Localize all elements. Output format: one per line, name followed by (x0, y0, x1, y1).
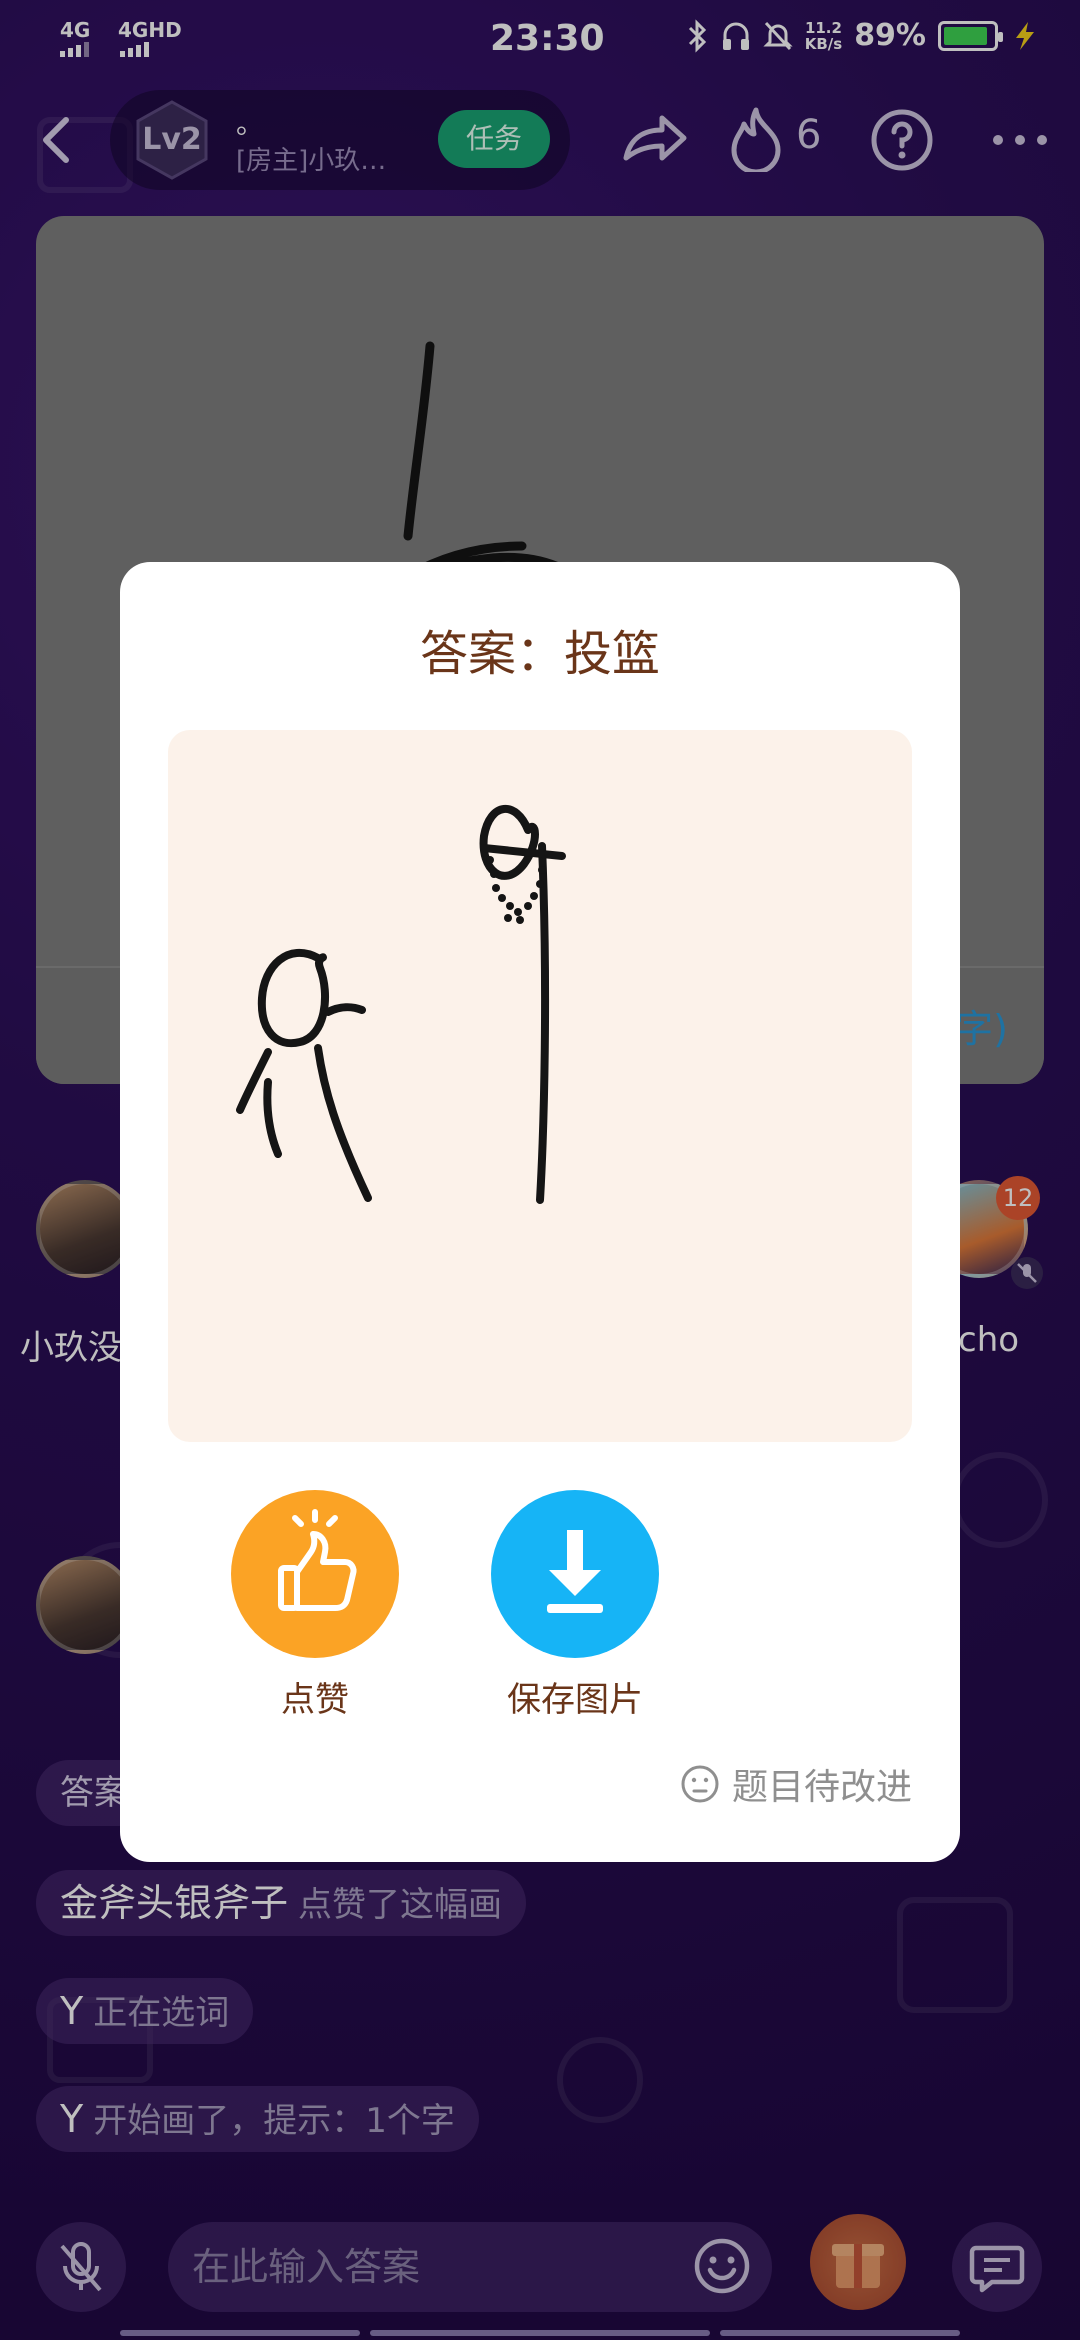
save-action[interactable]: 保存图片 (390, 1490, 760, 1721)
answer-title: 答案：投篮 (419, 626, 660, 682)
thumbs-up-icon (278, 1509, 357, 1611)
save-image-label: 保存图片 (507, 1680, 643, 1720)
save-image-button[interactable] (491, 1490, 659, 1658)
like-button[interactable] (231, 1490, 399, 1658)
answer-modal: 答案：投篮 点赞 保存图片 题目待改进 (120, 562, 960, 1862)
feedback-label: 题目待改进 (731, 1767, 912, 1808)
feedback-link[interactable]: 题目待改进 (680, 1758, 912, 1810)
answer-drawing (168, 730, 912, 1442)
sad-face-icon (681, 1765, 719, 1803)
basketball-shot-sketch (236, 805, 566, 1204)
download-icon (547, 1530, 603, 1613)
like-label: 点赞 (281, 1680, 349, 1720)
like-action[interactable]: 点赞 (230, 1490, 400, 1721)
